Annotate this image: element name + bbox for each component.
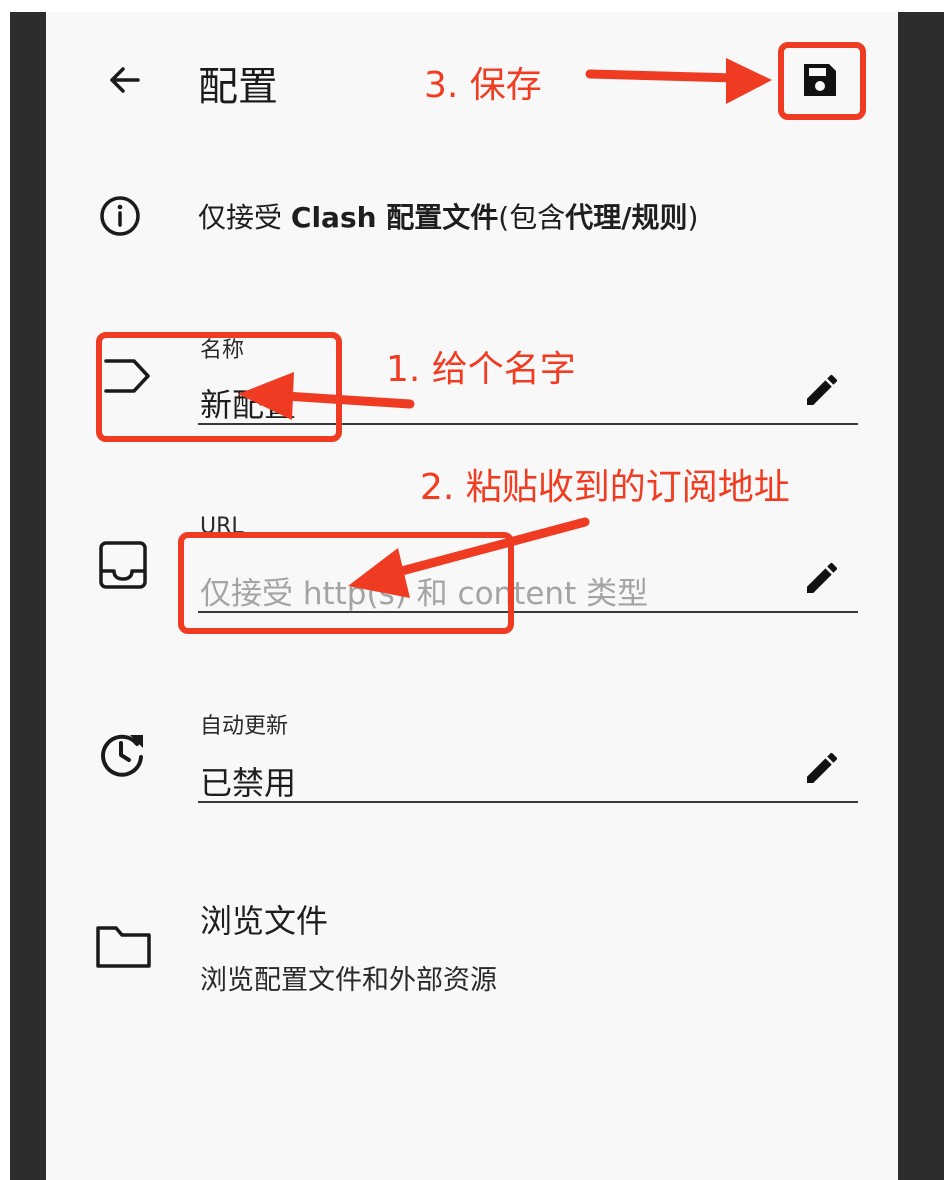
annotation-arrows bbox=[238, 58, 772, 598]
arrow-to-url-head bbox=[348, 548, 410, 598]
arrow-to-save bbox=[585, 69, 740, 83]
arrow-to-name bbox=[280, 391, 415, 409]
arrow-to-name-head bbox=[238, 372, 294, 420]
arrow-to-save-head bbox=[726, 58, 772, 104]
arrow-to-url bbox=[393, 517, 590, 577]
